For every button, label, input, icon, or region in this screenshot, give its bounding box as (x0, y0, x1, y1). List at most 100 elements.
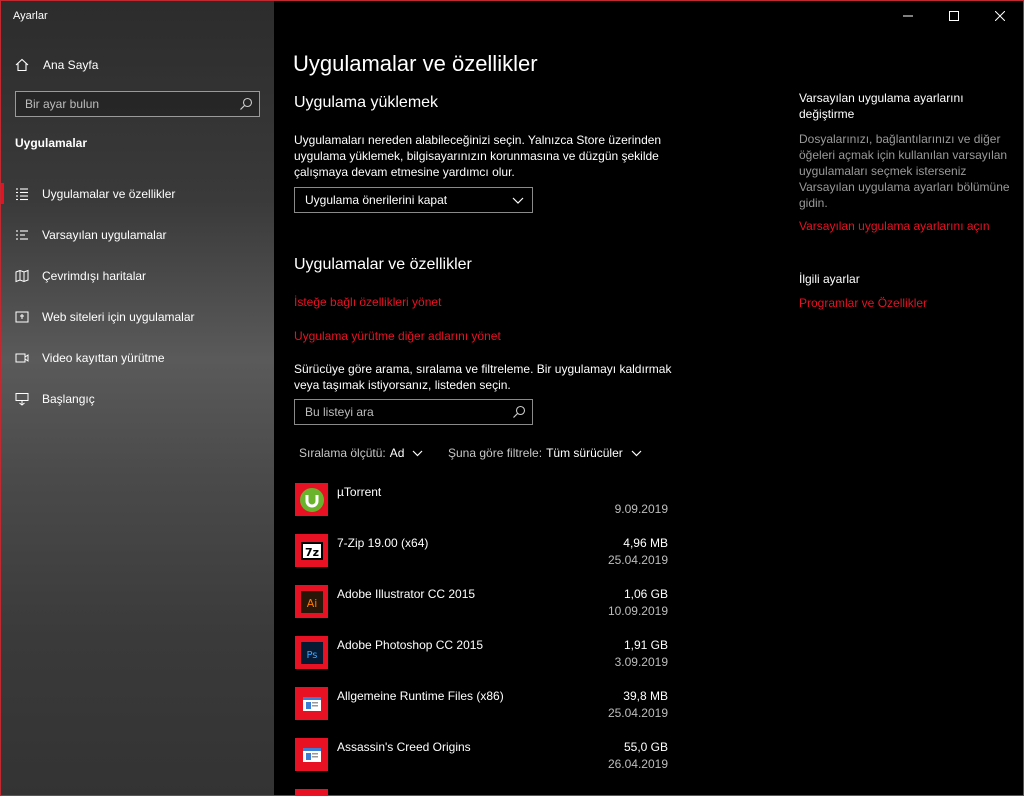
settings-window: Ayarlar Ana Sayfa Bir ayar bulun Uygulam… (0, 0, 1024, 796)
app-name: Assassin's Creed Origins (337, 740, 471, 754)
minimize-button[interactable] (885, 1, 931, 31)
utorrent-icon (295, 483, 328, 516)
sidebar-item-default-apps[interactable]: Varsayılan uygulamalar (1, 214, 274, 255)
search-icon[interactable] (512, 405, 526, 419)
sort-label: Sıralama ölçütü: (299, 446, 386, 460)
settings-search-input[interactable]: Bir ayar bulun (15, 91, 260, 117)
sidebar: Ayarlar Ana Sayfa Bir ayar bulun Uygulam… (1, 1, 274, 795)
app-size: 1,91 GB (623, 638, 668, 652)
apps-list-icon (16, 187, 28, 200)
window-controls (885, 1, 1023, 31)
window-title: Ayarlar (13, 10, 48, 22)
install-dropdown-value: Uygulama önerilerini kapat (305, 193, 448, 207)
app-date: 25.04.2019 (607, 553, 668, 567)
sidebar-item-label: Çevrimdışı haritalar (42, 268, 147, 283)
sidebar-item-video-playback[interactable]: Video kayıttan yürütme (1, 337, 274, 378)
minimize-icon (903, 15, 913, 17)
svg-text:Ai: Ai (306, 597, 317, 610)
app-date: 25.04.2019 (607, 706, 668, 720)
app-list-item[interactable] (294, 787, 668, 795)
svg-text:Ps: Ps (306, 650, 317, 661)
sidebar-item-label: Varsayılan uygulamalar (42, 227, 167, 242)
map-icon (15, 269, 29, 282)
video-icon (15, 353, 29, 362)
close-icon (995, 11, 1005, 21)
sidebar-item-offline-maps[interactable]: Çevrimdışı haritalar (1, 255, 274, 296)
app-list-item[interactable]: µTorrent 9.09.2019 (294, 481, 668, 532)
app-name: µTorrent (337, 485, 382, 499)
install-description: Uygulamaları nereden alabileceğinizi seç… (294, 133, 662, 179)
home-nav-item[interactable]: Ana Sayfa (15, 55, 98, 75)
app-date: 3.09.2019 (614, 655, 668, 669)
chevron-down-icon (631, 450, 642, 457)
sidebar-item-label: Web siteleri için uygulamalar (42, 309, 195, 324)
app-name: Adobe Illustrator CC 2015 (337, 587, 476, 601)
install-source-dropdown[interactable]: Uygulama önerilerini kapat (294, 187, 533, 213)
manage-optional-features-link[interactable]: İsteğe bağlı özellikleri yönet (294, 295, 441, 309)
install-heading: Uygulama yüklemek (294, 94, 439, 111)
7zip-icon: 7z (295, 534, 328, 567)
close-button[interactable] (977, 1, 1023, 31)
illustrator-icon: Ai (295, 585, 328, 618)
app-size: 1,06 GB (623, 587, 668, 601)
search-icon[interactable] (239, 97, 253, 111)
default-apps-title: Varsayılan uygulama ayarlarını değiştirm… (799, 91, 964, 121)
generic-app-icon (295, 687, 328, 720)
sidebar-item-label: Video kayıttan yürütme (42, 350, 165, 365)
app-list: µTorrent 9.09.2019 7z 7-Zip 19.00 (x64) … (294, 481, 668, 795)
home-icon (15, 58, 29, 72)
app-size: 39,8 MB (623, 689, 668, 703)
sidebar-item-label: Başlangıç (42, 391, 95, 406)
app-size: 4,96 MB (623, 536, 668, 550)
home-label: Ana Sayfa (43, 58, 99, 72)
manage-app-aliases-link[interactable]: Uygulama yürütme diğer adlarını yönet (294, 329, 501, 343)
default-apps-description: Dosyalarınızı, bağlantılarınızı ve diğer… (799, 132, 1010, 210)
sidebar-item-label: Uygulamalar ve özellikler (42, 186, 176, 201)
app-list-item[interactable]: Ai Adobe Illustrator CC 2015 1,06 GB 10.… (294, 583, 668, 634)
default-apps-icon (16, 229, 28, 240)
apps-heading: Uygulamalar ve özellikler (294, 256, 472, 273)
app-name: Allgemeine Runtime Files (x86) (337, 689, 504, 703)
page-title: Uygulamalar ve özellikler (293, 51, 538, 76)
app-list-search-placeholder: Bu listeyi ara (305, 405, 374, 419)
app-name: 7-Zip 19.00 (x64) (337, 536, 429, 550)
app-size: 55,0 GB (623, 740, 668, 754)
app-list-item[interactable]: Ps Adobe Photoshop CC 2015 1,91 GB 3.09.… (294, 634, 668, 685)
app-name: Adobe Photoshop CC 2015 (337, 638, 484, 652)
sort-value: Ad (389, 446, 405, 460)
maximize-icon (949, 11, 959, 21)
default-apps-panel: Varsayılan uygulama ayarlarını değiştirm… (799, 90, 1019, 233)
chevron-down-icon (512, 197, 524, 204)
sidebar-section-title: Uygulamalar (15, 136, 88, 150)
related-settings-title: İlgili ayarlar (799, 272, 860, 286)
startup-icon (15, 392, 29, 406)
sidebar-nav: Uygulamalar ve özellikler Varsayılan uyg… (1, 173, 274, 419)
svg-text:7z: 7z (304, 546, 318, 559)
sidebar-item-apps-features[interactable]: Uygulamalar ve özellikler (1, 173, 274, 214)
sidebar-item-web-apps[interactable]: Web siteleri için uygulamalar (1, 296, 274, 337)
maximize-button[interactable] (931, 1, 977, 31)
generic-app-icon (295, 789, 328, 795)
chevron-down-icon (412, 450, 423, 457)
app-list-item[interactable]: Allgemeine Runtime Files (x86) 39,8 MB 2… (294, 685, 668, 736)
filter-by-selector[interactable]: Şuna göre filtrele: Tüm sürücüler (448, 446, 642, 460)
photoshop-icon: Ps (295, 636, 328, 669)
sidebar-item-startup[interactable]: Başlangıç (1, 378, 274, 419)
app-date: 9.09.2019 (614, 502, 668, 516)
main-content: Uygulamalar ve özellikler Uygulama yükle… (274, 1, 1023, 795)
sort-by-selector[interactable]: Sıralama ölçütü: Ad (299, 446, 423, 460)
app-list-item[interactable]: Assassin's Creed Origins 55,0 GB 26.04.2… (294, 736, 668, 787)
settings-search-placeholder: Bir ayar bulun (25, 97, 100, 111)
related-settings-panel: İlgili ayarlar Programlar ve Özellikler (799, 271, 1019, 310)
programs-features-link[interactable]: Programlar ve Özellikler (799, 296, 1019, 310)
filter-value: Tüm sürücüler (546, 446, 623, 460)
filter-label: Şuna göre filtrele: (448, 446, 543, 460)
app-list-search-input[interactable]: Bu listeyi ara (294, 399, 533, 425)
open-default-apps-link[interactable]: Varsayılan uygulama ayarlarını açın (799, 219, 1019, 233)
filter-description: Sürücüye göre arama, sıralama ve filtrel… (294, 362, 672, 392)
app-date: 10.09.2019 (607, 604, 668, 618)
generic-app-icon (295, 738, 328, 771)
web-apps-icon (15, 311, 29, 322)
app-date: 26.04.2019 (607, 757, 668, 771)
app-list-item[interactable]: 7z 7-Zip 19.00 (x64) 4,96 MB 25.04.2019 (294, 532, 668, 583)
